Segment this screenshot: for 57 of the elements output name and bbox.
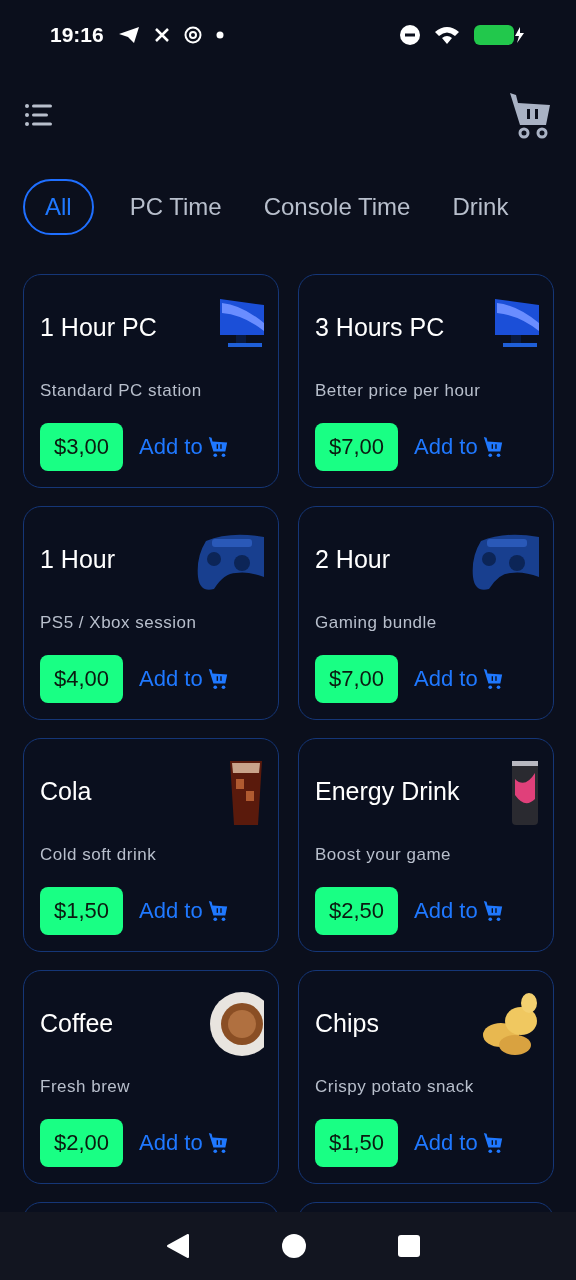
product-description: PS5 / Xbox session xyxy=(40,613,198,633)
do-not-disturb-icon xyxy=(400,25,420,45)
price-tag: $2,00 xyxy=(40,1119,124,1167)
add-to-cart-button[interactable]: Add to xyxy=(414,898,504,924)
send-icon xyxy=(117,26,140,44)
product-title: 3 Hours PC xyxy=(315,313,445,342)
price-tag: $7,00 xyxy=(315,423,399,471)
cart-icon xyxy=(206,1132,229,1154)
product-description: Gaming bundle xyxy=(315,613,438,633)
price-tag: $3,00 xyxy=(40,423,124,471)
add-to-cart-button[interactable]: Add to xyxy=(414,1130,504,1156)
product-description: Cold soft drink xyxy=(40,845,158,865)
product-description: Fresh brew xyxy=(40,1077,132,1097)
home-icon xyxy=(281,1233,307,1259)
cart-icon xyxy=(481,436,504,458)
add-to-cart-button[interactable]: Add to xyxy=(139,666,229,692)
add-to-cart-button[interactable]: Add to xyxy=(139,1130,229,1156)
price-tag: $7,00 xyxy=(315,655,399,703)
product-title: Cola xyxy=(40,777,92,806)
add-to-cart-button[interactable]: Add to xyxy=(414,666,504,692)
product-title: Energy Drink xyxy=(315,777,460,806)
add-to-cart-button[interactable]: Add to xyxy=(139,898,229,924)
wifi-icon xyxy=(434,25,460,45)
cart-button[interactable] xyxy=(508,91,552,139)
product-description: Better price per hour xyxy=(315,381,482,401)
price-tag: $4,00 xyxy=(40,655,124,703)
category-tab[interactable]: Console Time xyxy=(257,179,417,235)
category-tab[interactable]: All xyxy=(23,179,94,235)
price-tag: $2,50 xyxy=(315,887,399,935)
status-time: 19:16 xyxy=(50,23,104,47)
add-to-cart-button[interactable]: Add to xyxy=(414,434,504,460)
cart-icon xyxy=(206,900,229,922)
category-tab[interactable]: PC Time xyxy=(123,179,228,235)
cart-icon xyxy=(206,668,229,690)
product-title: 2 Hour xyxy=(315,545,391,574)
cart-icon xyxy=(481,900,504,922)
product-title: 1 Hour xyxy=(40,545,116,574)
coffee-cup-drawing xyxy=(208,991,264,1057)
cart-icon xyxy=(206,436,229,458)
product-title: Chips xyxy=(315,1009,379,1038)
dot-icon xyxy=(215,31,224,39)
cart-icon xyxy=(481,1132,504,1154)
product-title: Coffee xyxy=(40,1009,114,1038)
category-tab[interactable]: Drink xyxy=(446,179,515,235)
drink-can-drawing xyxy=(511,759,539,827)
back-icon xyxy=(165,1233,190,1259)
x-icon xyxy=(153,27,170,43)
cola-glass-drawing xyxy=(228,759,264,827)
product-description: Standard PC station xyxy=(40,381,203,401)
product-title: 1 Hour PC xyxy=(40,313,157,342)
product-description: Crispy potato snack xyxy=(315,1077,475,1097)
recents-icon xyxy=(398,1235,421,1257)
price-tag: $1,50 xyxy=(315,1119,399,1167)
product-description: Boost your game xyxy=(315,845,452,865)
price-tag: $1,50 xyxy=(40,887,124,935)
cart-icon xyxy=(481,668,504,690)
add-to-cart-button[interactable]: Add to xyxy=(139,434,229,460)
